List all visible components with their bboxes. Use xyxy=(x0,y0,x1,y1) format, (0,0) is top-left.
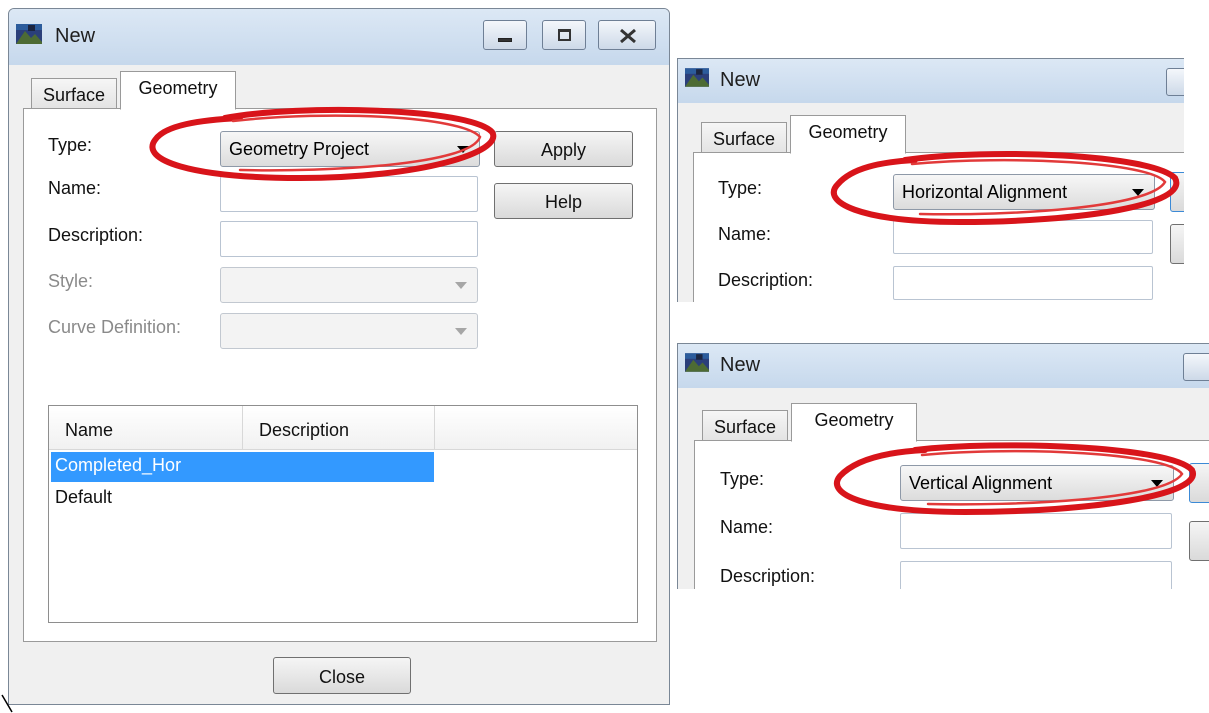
description-label: Description: xyxy=(718,270,814,290)
new-dialog-vertical: New Surface Geometry Type: Vertical Alig… xyxy=(677,343,1209,589)
minimize-icon xyxy=(498,38,512,42)
title-bar[interactable]: New xyxy=(9,9,669,65)
window-title: New xyxy=(720,69,761,91)
new-dialog-main: New Surface Geometry Type: Geometry Proj… xyxy=(8,8,670,705)
curve-definition-label: Curve Definition: xyxy=(48,317,182,337)
dropdown-arrow-icon xyxy=(455,328,467,335)
close-icon xyxy=(620,28,636,44)
type-value: Horizontal Alignment xyxy=(902,182,1068,202)
maximize-button[interactable] xyxy=(542,20,586,50)
dropdown-arrow-icon xyxy=(455,282,467,289)
type-value: Vertical Alignment xyxy=(909,473,1053,493)
app-landscape-icon xyxy=(685,353,709,372)
minimize-button[interactable] xyxy=(1166,68,1184,96)
curve-definition-dropdown xyxy=(220,313,478,349)
column-header-description[interactable]: Description xyxy=(243,406,435,450)
items-list[interactable]: Name Description Completed_Hor Default xyxy=(48,405,638,623)
dropdown-arrow-icon xyxy=(1151,480,1163,487)
help-button-cropped[interactable] xyxy=(1170,224,1184,264)
app-landscape-icon xyxy=(16,24,42,44)
description-field[interactable] xyxy=(220,221,478,257)
tab-geometry[interactable]: Geometry xyxy=(791,403,917,442)
description-field[interactable] xyxy=(893,266,1153,300)
apply-button[interactable]: Apply xyxy=(494,131,633,167)
title-bar[interactable]: New xyxy=(678,59,1184,103)
tab-surface[interactable]: Surface xyxy=(31,78,117,110)
name-field[interactable] xyxy=(900,513,1172,549)
description-label: Description: xyxy=(720,566,816,586)
help-button[interactable]: Help xyxy=(494,183,633,219)
column-header-name[interactable]: Name xyxy=(49,406,243,450)
title-bar[interactable]: New xyxy=(678,344,1209,388)
style-label: Style: xyxy=(48,271,94,291)
dropdown-arrow-icon xyxy=(1132,189,1144,196)
maximize-icon xyxy=(558,29,571,41)
type-dropdown[interactable]: Horizontal Alignment xyxy=(893,174,1155,210)
minimize-button[interactable] xyxy=(483,20,527,50)
name-label: Name: xyxy=(718,224,772,244)
type-value: Geometry Project xyxy=(229,139,370,159)
type-label: Type: xyxy=(48,135,93,155)
tab-surface[interactable]: Surface xyxy=(702,410,788,442)
corner-mark xyxy=(1,694,13,713)
name-field[interactable] xyxy=(893,220,1153,254)
description-field[interactable] xyxy=(900,561,1172,589)
list-item[interactable]: Default xyxy=(51,484,434,514)
description-label: Description: xyxy=(48,225,144,245)
type-label: Type: xyxy=(718,178,763,198)
apply-button-cropped[interactable] xyxy=(1170,172,1184,212)
type-label: Type: xyxy=(720,469,765,489)
new-dialog-horizontal: New Surface Geometry Type: Horizontal Al… xyxy=(677,58,1184,302)
style-dropdown xyxy=(220,267,478,303)
window-title: New xyxy=(720,354,761,376)
type-dropdown[interactable]: Vertical Alignment xyxy=(900,465,1174,501)
close-button[interactable]: Close xyxy=(273,657,411,694)
window-title: New xyxy=(55,25,96,47)
tab-geometry[interactable]: Geometry xyxy=(120,71,236,110)
column-header-empty xyxy=(435,406,637,450)
dropdown-arrow-icon xyxy=(457,146,469,153)
close-window-button[interactable] xyxy=(598,20,656,50)
minimize-button[interactable] xyxy=(1183,353,1209,381)
type-dropdown[interactable]: Geometry Project xyxy=(220,131,480,167)
tab-geometry[interactable]: Geometry xyxy=(790,115,906,154)
name-label: Name: xyxy=(48,178,102,198)
tab-surface[interactable]: Surface xyxy=(701,122,787,154)
app-landscape-icon xyxy=(685,68,709,87)
apply-button-cropped[interactable] xyxy=(1189,463,1209,503)
name-label: Name: xyxy=(720,517,774,537)
name-field[interactable] xyxy=(220,176,478,212)
help-button-cropped[interactable] xyxy=(1189,521,1209,561)
list-item[interactable]: Completed_Hor xyxy=(51,452,434,482)
